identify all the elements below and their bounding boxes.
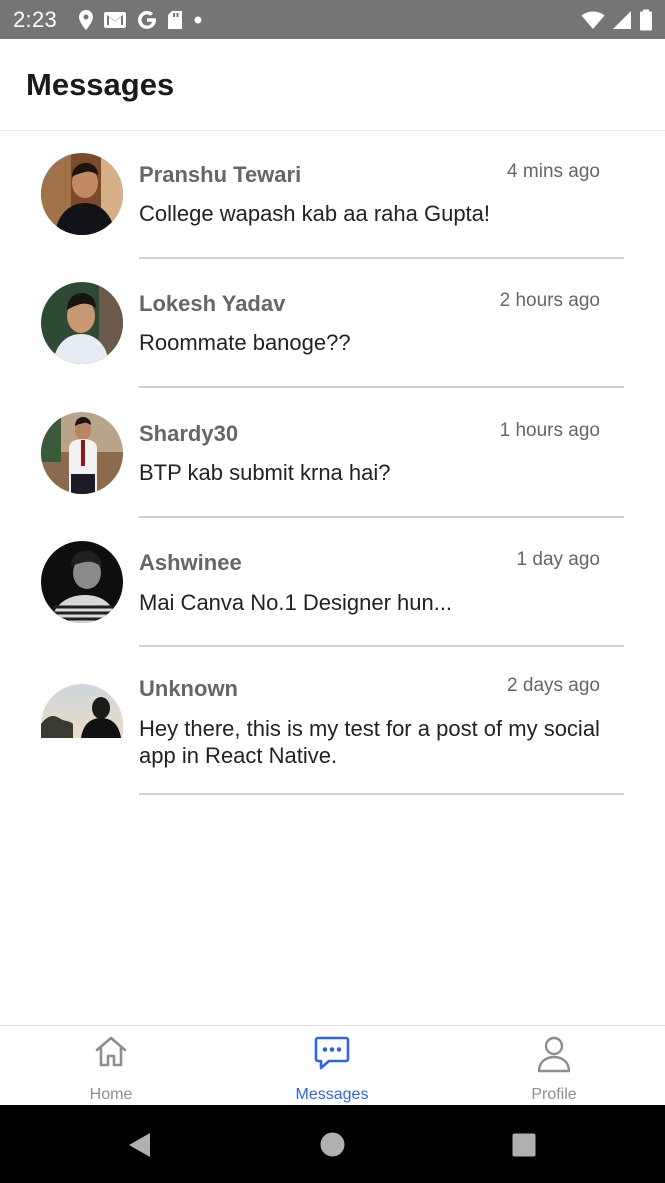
- header: Messages: [0, 39, 665, 131]
- tab-profile[interactable]: Profile: [443, 1026, 665, 1106]
- wifi-icon: [581, 11, 605, 29]
- message-item[interactable]: Shardy30 1 hours ago BTP kab submit krna…: [0, 389, 665, 519]
- bottom-tab-bar: Home Messages Profile: [0, 1025, 665, 1105]
- avatar[interactable]: [41, 684, 123, 738]
- system-navigation-bar: [0, 1105, 665, 1183]
- message-time: 4 mins ago: [507, 161, 600, 182]
- message-preview: Mai Canva No.1 Designer hun...: [139, 590, 453, 615]
- chat-icon: [314, 1036, 350, 1070]
- message-time: 2 hours ago: [499, 290, 600, 311]
- sender-name: Unknown: [139, 676, 238, 701]
- sender-name: Lokesh Yadav: [139, 291, 286, 316]
- divider: [139, 257, 624, 259]
- home-icon: [95, 1036, 127, 1067]
- tab-label: Messages: [295, 1086, 369, 1103]
- divider: [139, 793, 624, 795]
- avatar[interactable]: [41, 541, 123, 623]
- message-preview: Roommate banoge??: [139, 330, 351, 355]
- message-time: 1 day ago: [516, 549, 600, 570]
- message-item[interactable]: Pranshu Tewari 4 mins ago College wapash…: [0, 131, 665, 260]
- divider: [139, 516, 624, 518]
- message-item[interactable]: Unknown 2 days ago Hey there, this is my…: [0, 648, 665, 798]
- sender-name: Shardy30: [139, 421, 239, 446]
- system-status-icons: [581, 8, 653, 32]
- avatar[interactable]: [41, 412, 123, 494]
- message-preview: College wapash kab aa raha Gupta!: [139, 201, 491, 226]
- divider: [139, 645, 624, 647]
- sd-card-icon: [168, 11, 182, 29]
- signal-icon: [613, 11, 631, 29]
- avatar[interactable]: [41, 153, 123, 235]
- status-bar: 2:23: [0, 0, 665, 39]
- home-button-icon[interactable]: [320, 1132, 345, 1157]
- tab-home[interactable]: Home: [0, 1026, 222, 1106]
- divider: [139, 386, 624, 388]
- tab-messages[interactable]: Messages: [221, 1026, 443, 1106]
- status-time: 2:23: [13, 7, 58, 32]
- avatar[interactable]: [41, 282, 123, 364]
- tab-label: Profile: [531, 1086, 577, 1103]
- page-title: Messages: [26, 67, 175, 102]
- message-preview: Hey there, this is my test for a post of…: [139, 716, 600, 768]
- message-item[interactable]: Ashwinee 1 day ago Mai Canva No.1 Design…: [0, 519, 665, 648]
- back-icon[interactable]: [127, 1132, 153, 1158]
- message-time: 1 hours ago: [499, 420, 600, 441]
- battery-icon: [640, 9, 652, 31]
- location-pin-icon: [79, 10, 93, 30]
- gmail-icon: [104, 12, 126, 28]
- message-preview: BTP kab submit krna hai?: [139, 460, 391, 485]
- person-icon: [537, 1036, 571, 1073]
- dot-icon: [194, 16, 202, 24]
- google-icon: [138, 10, 156, 29]
- sender-name: Ashwinee: [139, 550, 242, 575]
- notification-icons: [78, 8, 204, 32]
- tab-label: Home: [89, 1086, 133, 1103]
- sender-name: Pranshu Tewari: [139, 162, 302, 187]
- recents-icon[interactable]: [512, 1133, 536, 1157]
- message-item[interactable]: Lokesh Yadav 2 hours ago Roommate banoge…: [0, 260, 665, 389]
- message-time: 2 days ago: [507, 675, 600, 696]
